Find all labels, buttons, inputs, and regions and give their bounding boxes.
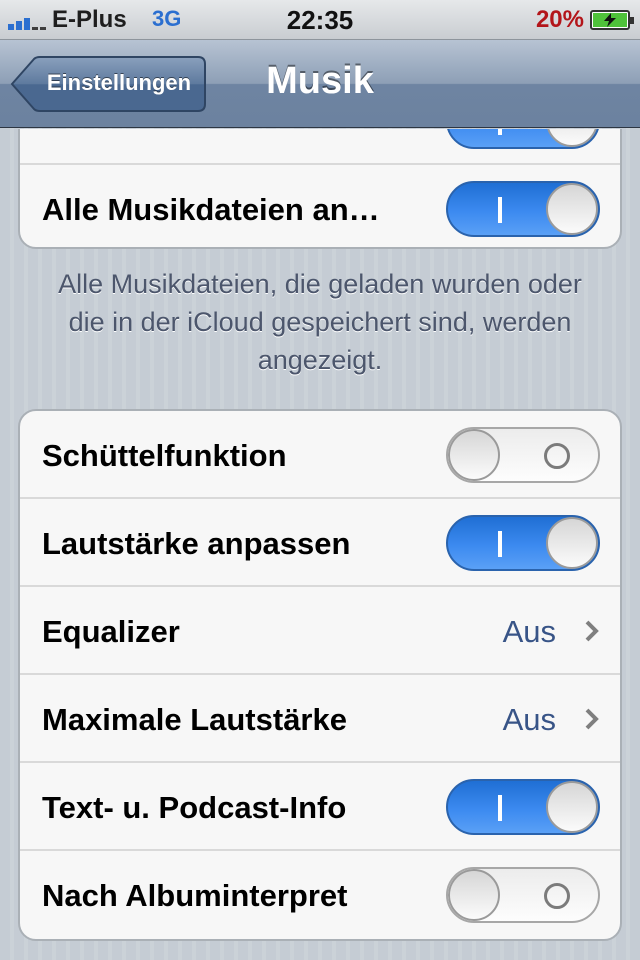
row-label: Schüttelfunktion <box>42 438 287 473</box>
settings-row-equalizer[interactable]: Equalizer Aus <box>20 587 620 675</box>
chevron-right-icon <box>585 708 599 730</box>
chevron-right-icon <box>585 620 599 642</box>
sound-check-switch[interactable] <box>446 515 600 571</box>
row-label: Maximale Lautstärke <box>42 702 347 737</box>
toggle-switch[interactable] <box>446 129 600 149</box>
status-bar: E-Plus 3G 22:35 20% <box>0 0 640 40</box>
row-label: Nach Albuminterpret <box>42 878 348 913</box>
settings-row-shake[interactable]: Schüttelfunktion <box>20 411 620 499</box>
settings-row-group-by-album-artist[interactable]: Nach Albuminterpret <box>20 851 620 939</box>
row-label: Text- u. Podcast-Info <box>42 790 347 825</box>
battery-charging-icon <box>590 10 634 30</box>
group-footer-text: Alle Musikdateien, die geladen wurden od… <box>58 269 582 375</box>
group-by-album-artist-switch[interactable] <box>446 867 600 923</box>
navigation-bar: Einstellungen Musik <box>0 40 640 128</box>
lyrics-podcast-info-switch[interactable] <box>446 779 600 835</box>
page-title: Musik <box>266 60 374 102</box>
settings-group-library: Alle Musikdateien an… <box>18 129 622 249</box>
row-label: Lautstärke anpassen <box>42 526 351 561</box>
settings-row-volume-limit[interactable]: Maximale Lautstärke Aus <box>20 675 620 763</box>
settings-row-lyrics-podcast-info[interactable]: Text- u. Podcast-Info <box>20 763 620 851</box>
battery-percent: 20% <box>535 6 584 33</box>
row-label: Alle Musikdateien an… <box>42 192 380 227</box>
settings-row-show-all-music[interactable]: Alle Musikdateien an… <box>20 165 620 247</box>
row-detail-value: Aus <box>502 614 556 649</box>
row-label: Equalizer <box>42 614 180 649</box>
settings-group-playback: Schüttelfunktion Lautstärke anpassen Equ… <box>18 409 622 941</box>
row-detail-value: Aus <box>502 702 556 737</box>
settings-row-sound-check[interactable]: Lautstärke anpassen <box>20 499 620 587</box>
show-all-music-switch[interactable] <box>446 181 600 237</box>
settings-list[interactable]: Alle Musikdateien an… Alle Musikdateien,… <box>0 129 640 960</box>
shake-switch[interactable] <box>446 427 600 483</box>
settings-row-hidden[interactable] <box>20 129 620 165</box>
